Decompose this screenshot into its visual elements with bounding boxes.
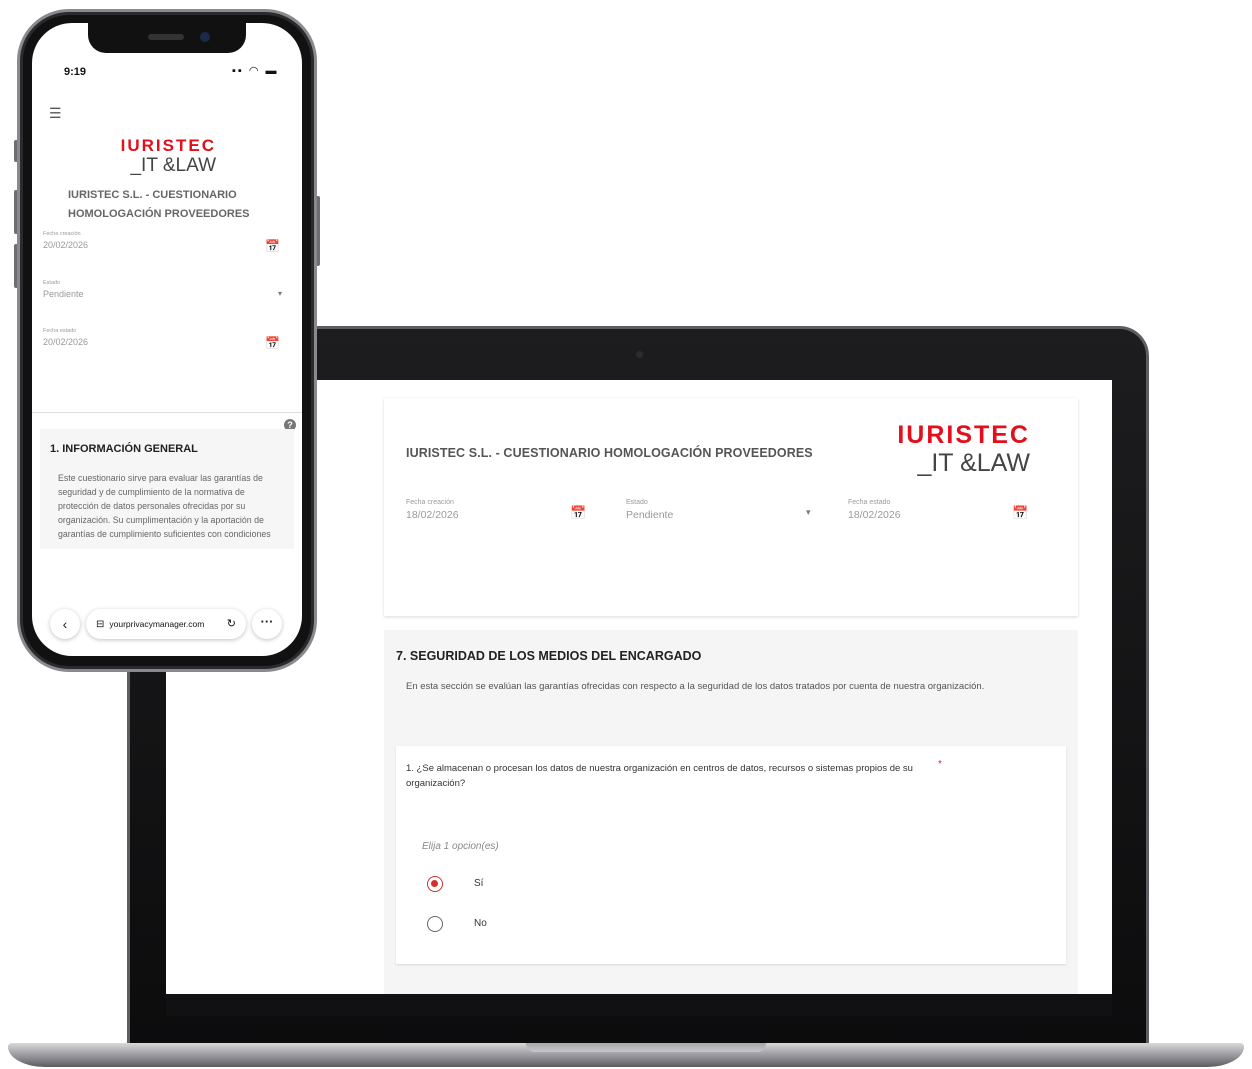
question-card: 1. ¿Se almacenan o procesan los datos de… (396, 746, 1066, 964)
iuristec-logo: IURISTEC _IT &LAW (897, 423, 1030, 476)
laptop-bezel-bottom (166, 994, 1112, 1016)
browser-toolbar: ‹ ⊟ yourprivacymanager.com ↻ ··· (50, 609, 284, 639)
status-date-field[interactable]: Fecha estado 20/02/2026 (43, 328, 88, 347)
section-title: 7. SEGURIDAD DE LOS MEDIOS DEL ENCARGADO (396, 649, 702, 663)
url-bar[interactable]: ⊟ yourprivacymanager.com ↻ (86, 609, 246, 639)
laptop-base (8, 1043, 1244, 1067)
radio-option-si[interactable] (427, 876, 443, 892)
logo-top: IURISTEC (120, 136, 216, 155)
divider (32, 412, 302, 413)
site-settings-icon[interactable]: ⊟ (96, 619, 104, 630)
status-label: Estado (626, 499, 648, 506)
status-icons: ▪▪ ◠ ▬ (232, 65, 279, 77)
creation-date-value: 18/02/2026 (406, 509, 459, 521)
page-title: IURISTEC S.L. - CUESTIONARIO HOMOLOGACIÓ… (68, 189, 250, 220)
status-date-value: 18/02/2026 (848, 509, 901, 521)
section-security: 7. SEGURIDAD DE LOS MEDIOS DEL ENCARGADO… (384, 630, 1078, 994)
creation-date-field[interactable]: Fecha creación 18/02/2026 📅 (406, 499, 586, 521)
section-title: 1. INFORMACIÓN GENERAL (50, 443, 198, 455)
phone-screen: 9:19 ▪▪ ◠ ▬ ☰ IURISTEC _IT &LAW IURISTEC… (32, 23, 302, 656)
hamburger-menu-icon[interactable]: ☰ (49, 105, 62, 122)
logo-bottom: _IT &LAW (130, 155, 216, 176)
status-date-label: Fecha estado (43, 328, 77, 334)
phone-speaker (148, 34, 184, 40)
section-general-info: 1. INFORMACIÓN GENERAL Este cuestionario… (40, 429, 294, 549)
question-text: 1. ¿Se almacenan o procesan los datos de… (406, 763, 913, 789)
radio-option-no[interactable] (427, 916, 443, 932)
status-value: Pendiente (626, 509, 674, 521)
section-description: Este cuestionario sirve para evaluar las… (58, 473, 271, 539)
iuristec-logo: IURISTEC _IT &LAW (32, 137, 216, 175)
status-date-label: Fecha estado (848, 499, 891, 506)
url-text: yourprivacymanager.com (109, 619, 205, 629)
calendar-icon[interactable]: 📅 (265, 239, 280, 253)
radio-label-si: Sí (474, 878, 484, 889)
logo-bottom: _IT &LAW (917, 449, 1030, 477)
dropdown-arrow-icon[interactable]: ▾ (806, 507, 811, 518)
questionnaire-header-card: IURISTEC S.L. - CUESTIONARIO HOMOLOGACIÓ… (384, 398, 1078, 616)
dropdown-arrow-icon[interactable]: ▾ (278, 289, 282, 298)
more-options-button[interactable]: ··· (252, 609, 282, 639)
creation-date-value: 20/02/2026 (43, 240, 89, 250)
back-button[interactable]: ‹ (50, 609, 80, 639)
logo-top: IURISTEC (897, 421, 1030, 449)
calendar-icon[interactable]: 📅 (1012, 505, 1028, 521)
creation-date-label: Fecha creación (43, 231, 81, 237)
page-title: IURISTEC S.L. - CUESTIONARIO HOMOLOGACIÓ… (406, 446, 813, 460)
creation-date-field[interactable]: Fecha creación 20/02/2026 (43, 231, 88, 250)
calendar-icon[interactable]: 📅 (265, 336, 280, 350)
status-field[interactable]: Estado Pendiente (43, 280, 84, 299)
laptop-camera (636, 351, 643, 358)
phone-camera (200, 32, 210, 42)
status-time: 9:19 (64, 66, 87, 78)
calendar-icon[interactable]: 📅 (570, 505, 586, 521)
question-hint: Elija 1 opcion(es) (422, 841, 499, 852)
reload-icon[interactable]: ↻ (227, 609, 236, 639)
status-date-value: 20/02/2026 (43, 337, 89, 347)
required-marker: * (938, 759, 942, 770)
status-label: Estado (43, 280, 61, 286)
status-field[interactable]: Estado Pendiente ▾ (626, 499, 816, 521)
status-value: Pendiente (43, 289, 84, 299)
laptop-hinge-notch (526, 1043, 766, 1052)
status-date-field[interactable]: Fecha estado 18/02/2026 📅 (848, 499, 1028, 521)
radio-label-no: No (474, 918, 487, 929)
section-description: En esta sección se evalúan las garantías… (406, 681, 985, 692)
phone-notch (88, 23, 246, 53)
creation-date-label: Fecha creación (406, 499, 454, 506)
